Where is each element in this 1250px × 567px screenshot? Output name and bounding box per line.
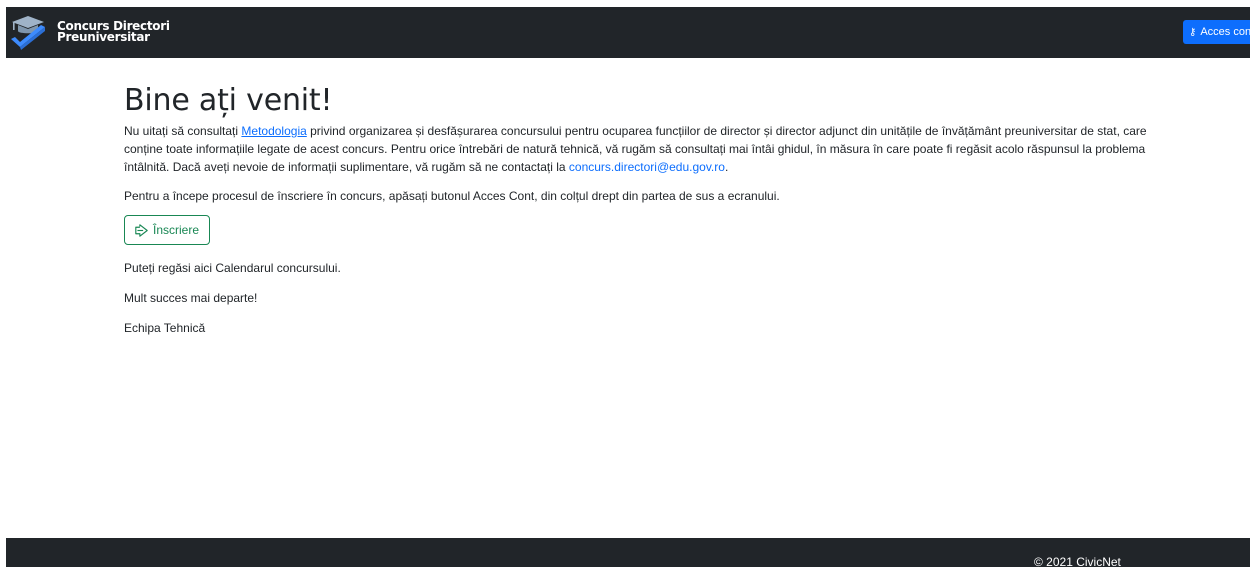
signature-paragraph: Echipa Tehnică — [124, 321, 206, 335]
inscriere-label: Înscriere — [153, 223, 200, 237]
footer-copyright: © 2021 CivicNet — [1034, 555, 1121, 567]
brand-link[interactable]: Concurs Directori Preuniversitar — [8, 13, 170, 51]
intro-paragraph: Nu uitați să consultați Metodologia priv… — [124, 122, 1154, 176]
key-icon: ⚷ — [1189, 26, 1197, 38]
inscriere-button[interactable]: Înscriere — [124, 215, 211, 245]
closing-paragraph: Mult succes mai departe! — [124, 291, 258, 305]
page: Concurs Directori Preuniversitar ⚷ Acces… — [0, 0, 1250, 567]
top-navbar: Concurs Directori Preuniversitar ⚷ Acces… — [6, 7, 1250, 58]
intro-text-end: . — [724, 160, 729, 174]
instruction-paragraph: Pentru a începe procesul de înscriere în… — [124, 189, 780, 203]
contact-email-link[interactable]: concurs.directori@edu.gov.ro — [569, 160, 725, 174]
acces-cont-label: Acces cont — [1200, 26, 1250, 38]
intro-text-start: Nu uitați să consultați — [124, 124, 242, 138]
brand-title-line2: Preuniversitar — [57, 30, 150, 44]
metodologia-link[interactable]: Metodologia — [241, 124, 306, 138]
graduation-cap-check-icon — [11, 16, 45, 50]
sign-in-arrow-icon — [135, 223, 148, 237]
brand-text: Concurs Directori Preuniversitar — [57, 20, 170, 44]
main-content: Bine ați venit! Nu uitați să consultați … — [124, 84, 1154, 337]
footer: © 2021 CivicNet — [6, 538, 1250, 567]
page-title: Bine ați venit! — [124, 83, 333, 118]
calendar-paragraph: Puteți regăsi aici Calendarul concursulu… — [124, 261, 341, 275]
acces-cont-button[interactable]: ⚷ Acces cont — [1183, 20, 1250, 44]
